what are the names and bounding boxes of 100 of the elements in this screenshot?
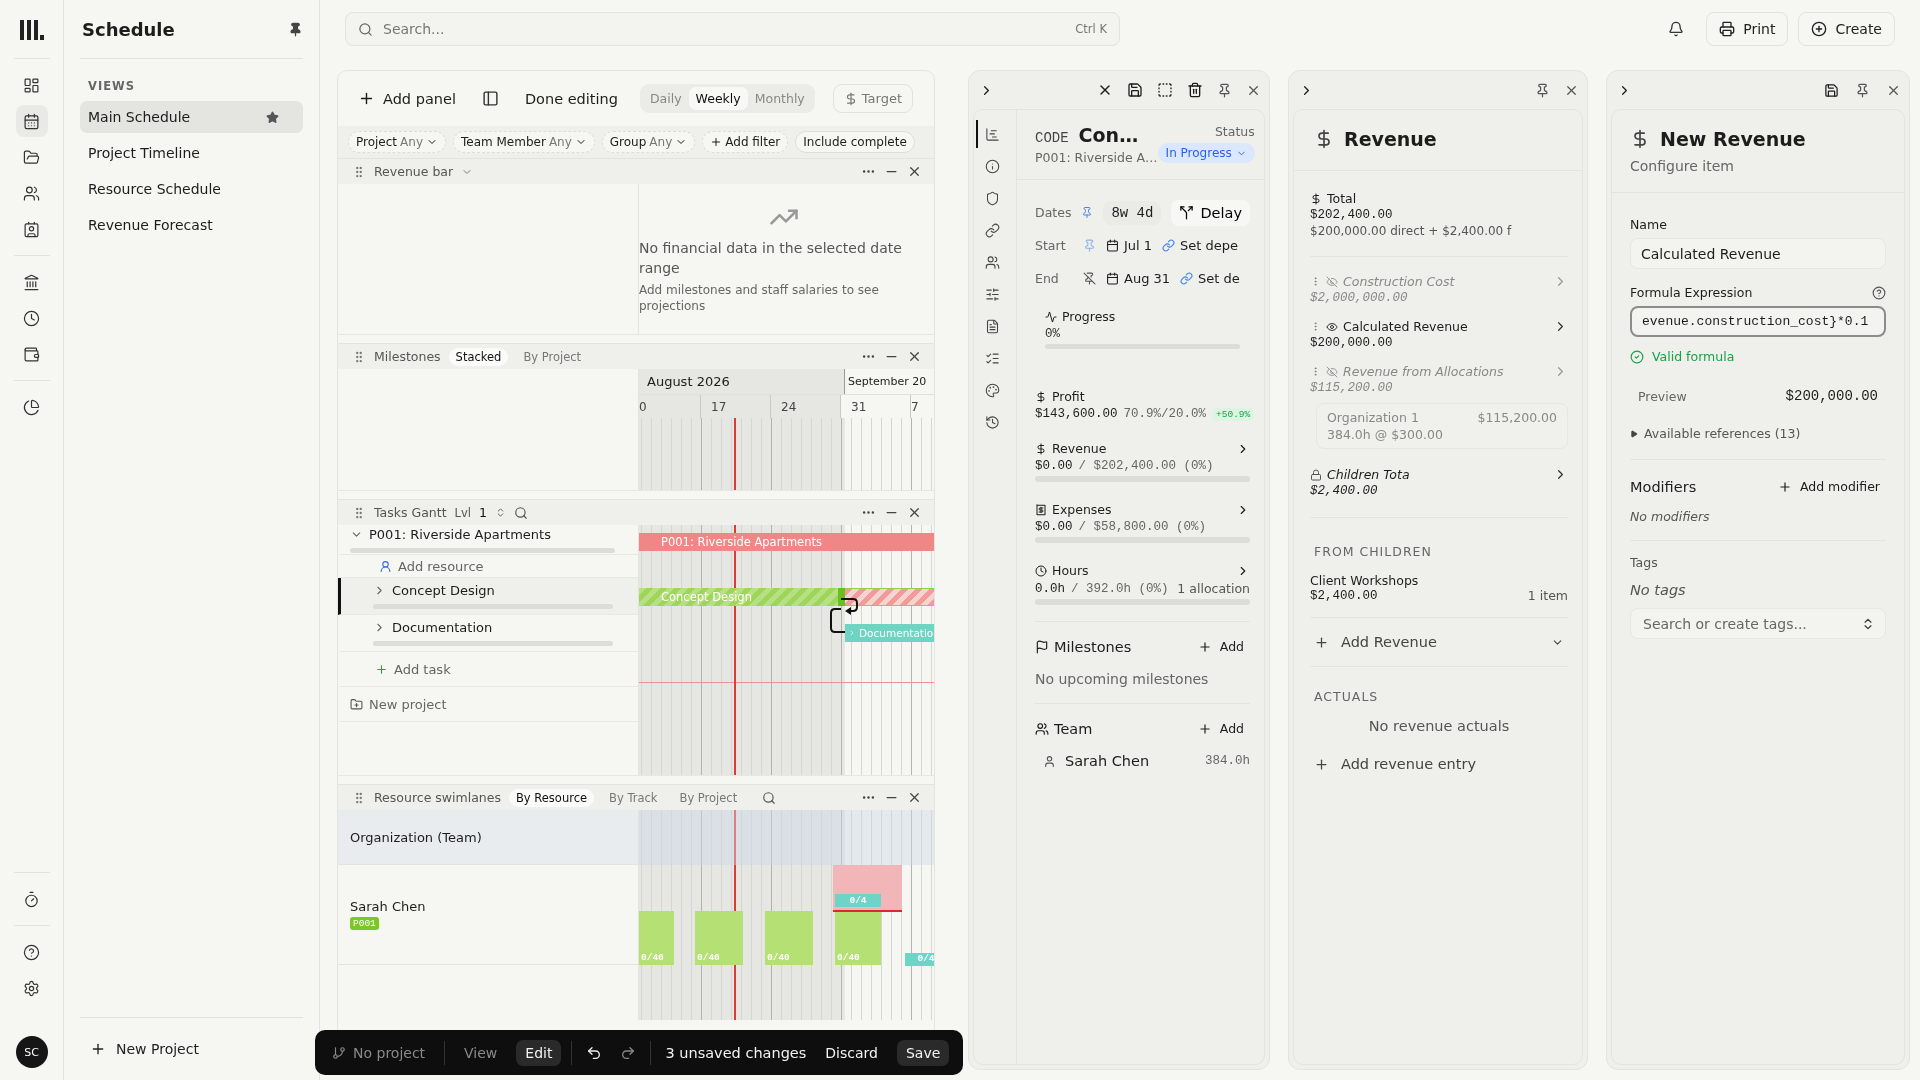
start-date-button[interactable]: Jul 1 bbox=[1106, 238, 1153, 253]
week-label: 31 bbox=[841, 395, 911, 419]
save-icon[interactable] bbox=[1127, 82, 1143, 98]
view-item[interactable]: Project Timeline bbox=[80, 137, 303, 169]
target-button[interactable]: Target bbox=[832, 84, 913, 113]
help-icon[interactable] bbox=[1872, 285, 1886, 300]
view-item[interactable]: Revenue Forecast bbox=[80, 209, 303, 241]
view-mode-tab[interactable]: Stacked bbox=[448, 347, 509, 366]
view-item[interactable]: Resource Schedule bbox=[80, 173, 303, 205]
new-project-link[interactable]: New project bbox=[369, 696, 447, 712]
save-icon[interactable] bbox=[1824, 82, 1839, 98]
add-button[interactable]: Add bbox=[1191, 638, 1250, 655]
plus-icon bbox=[375, 662, 388, 676]
save-button[interactable]: Save bbox=[896, 1039, 950, 1066]
users-icon bbox=[984, 254, 1000, 270]
add-filter-button[interactable]: Add filter bbox=[702, 131, 789, 153]
allocation-card: Organization 1 $115,200.00 384.0h @ $300.00 bbox=[1316, 403, 1568, 449]
add-panel-button[interactable]: Add panel bbox=[354, 86, 460, 111]
resource-lane[interactable]: Sarah Chen P001 bbox=[338, 865, 638, 965]
week-label: 24 bbox=[771, 395, 841, 419]
view-item[interactable]: Main Schedule bbox=[80, 101, 303, 133]
empty-state-text: No modifiers bbox=[1630, 509, 1711, 524]
references-toggle[interactable]: Available references (13) bbox=[1630, 426, 1886, 441]
scale-tab[interactable]: Weekly bbox=[688, 87, 748, 110]
discard-button[interactable]: Discard bbox=[816, 1039, 887, 1066]
name-field[interactable]: Calculated Revenue bbox=[1630, 238, 1886, 269]
add-task-link[interactable]: Add task bbox=[394, 661, 451, 677]
sidebar-toggle-icon[interactable] bbox=[481, 90, 499, 107]
close-icon[interactable] bbox=[907, 349, 922, 364]
pin-icon[interactable] bbox=[288, 21, 303, 37]
add-entry-button[interactable]: Add revenue entry bbox=[1310, 752, 1568, 776]
total-value: $202,400.00 bbox=[1310, 208, 1393, 222]
dashboard-icon bbox=[23, 76, 40, 94]
bell-icon[interactable] bbox=[1668, 21, 1685, 37]
redo-icon[interactable] bbox=[620, 1044, 637, 1061]
group-lane[interactable]: Organization (Team) bbox=[338, 810, 638, 865]
filter-toggle[interactable]: Include complete bbox=[795, 131, 915, 153]
close-icon[interactable] bbox=[907, 164, 922, 179]
nav-button[interactable] bbox=[15, 105, 48, 137]
field-label: Total bbox=[1327, 191, 1357, 206]
dependency-link[interactable]: Set de bbox=[1180, 271, 1240, 286]
empty-state-text: No revenue actuals bbox=[1367, 718, 1511, 734]
dependency-link[interactable]: Set depe bbox=[1162, 238, 1239, 253]
eye-icon[interactable] bbox=[1326, 320, 1338, 333]
add-modifier-button[interactable]: Add modifier bbox=[1771, 478, 1886, 495]
tags-select[interactable]: Search or create tags... bbox=[1630, 608, 1886, 639]
user-avatar[interactable]: SC bbox=[15, 1036, 48, 1068]
calendar-icon bbox=[1106, 272, 1119, 285]
printer-icon bbox=[1719, 21, 1736, 37]
done-editing-button[interactable]: Done editing bbox=[520, 86, 622, 111]
project-tag: P001 bbox=[350, 917, 379, 930]
search-field[interactable]: Search... Ctrl K bbox=[345, 12, 1120, 46]
add-resource-link[interactable]: Add resource bbox=[398, 558, 484, 574]
plus-icon bbox=[1777, 479, 1792, 494]
plus-icon bbox=[1314, 756, 1329, 772]
formula-field[interactable]: evenue.construction_cost}*0.1 bbox=[1630, 306, 1886, 337]
view-mode-tab[interactable]: By Track bbox=[602, 788, 665, 807]
close-icon[interactable] bbox=[907, 505, 922, 520]
new-project-button[interactable]: New Project bbox=[80, 1035, 209, 1063]
mode-tab[interactable]: Edit bbox=[516, 1039, 562, 1066]
undo-icon[interactable] bbox=[586, 1044, 603, 1061]
view-mode-tab[interactable]: By Resource bbox=[508, 788, 595, 807]
delay-button[interactable]: Delay bbox=[1171, 199, 1250, 226]
pin-icon[interactable] bbox=[1535, 82, 1550, 98]
item-value: $115,200.00 bbox=[1310, 381, 1394, 395]
status-pill[interactable]: In Progress bbox=[1157, 143, 1255, 163]
project-selector[interactable]: No project bbox=[323, 1039, 435, 1066]
week-label: 7 bbox=[911, 395, 934, 419]
filter-chip[interactable]: Group Any bbox=[601, 131, 696, 153]
add-revenue-button[interactable]: Add Revenue bbox=[1310, 630, 1568, 654]
filter-chip[interactable]: Project Any bbox=[348, 131, 446, 153]
duration-value: 8w 4d bbox=[1103, 200, 1162, 225]
create-button[interactable]: Create bbox=[1798, 12, 1895, 46]
end-date-button[interactable]: Aug 31 bbox=[1106, 271, 1171, 286]
users-icon bbox=[23, 184, 40, 202]
pin-icon[interactable] bbox=[1217, 82, 1232, 98]
view-mode-tab[interactable]: By Project bbox=[516, 347, 589, 366]
trash-icon[interactable] bbox=[1187, 82, 1203, 98]
search-input[interactable]: Search... bbox=[381, 20, 1068, 38]
filter-chip[interactable]: Team Member Any bbox=[453, 131, 595, 153]
close-icon[interactable] bbox=[907, 790, 922, 805]
pie-chart-icon bbox=[23, 398, 40, 416]
view-mode-tab[interactable]: By Project bbox=[672, 788, 745, 807]
pin-icon[interactable] bbox=[1855, 82, 1870, 98]
task-row[interactable]: Documentation bbox=[338, 615, 638, 652]
member-hours: 384.0h bbox=[1205, 754, 1250, 768]
folder-plus-icon bbox=[350, 697, 363, 711]
revenue-item[interactable]: Calculated Revenue $200,000.00 bbox=[1310, 312, 1568, 357]
task-row[interactable]: Concept Design bbox=[338, 578, 638, 615]
mode-tab[interactable]: View bbox=[455, 1039, 507, 1066]
print-button[interactable]: Print bbox=[1706, 12, 1789, 46]
project-row[interactable]: P001: Riverside Apartments bbox=[338, 525, 638, 555]
add-button[interactable]: Add bbox=[1191, 720, 1250, 737]
select-icon[interactable] bbox=[1157, 82, 1173, 98]
revenue-item[interactable]: Children Tota $2,400.00 bbox=[1310, 460, 1568, 505]
search-icon[interactable] bbox=[762, 790, 777, 805]
search-icon[interactable] bbox=[513, 505, 528, 520]
pin-off-icon[interactable] bbox=[1083, 272, 1096, 285]
star-icon[interactable] bbox=[266, 110, 279, 124]
child-value: $2,400.00 bbox=[1310, 588, 1378, 603]
